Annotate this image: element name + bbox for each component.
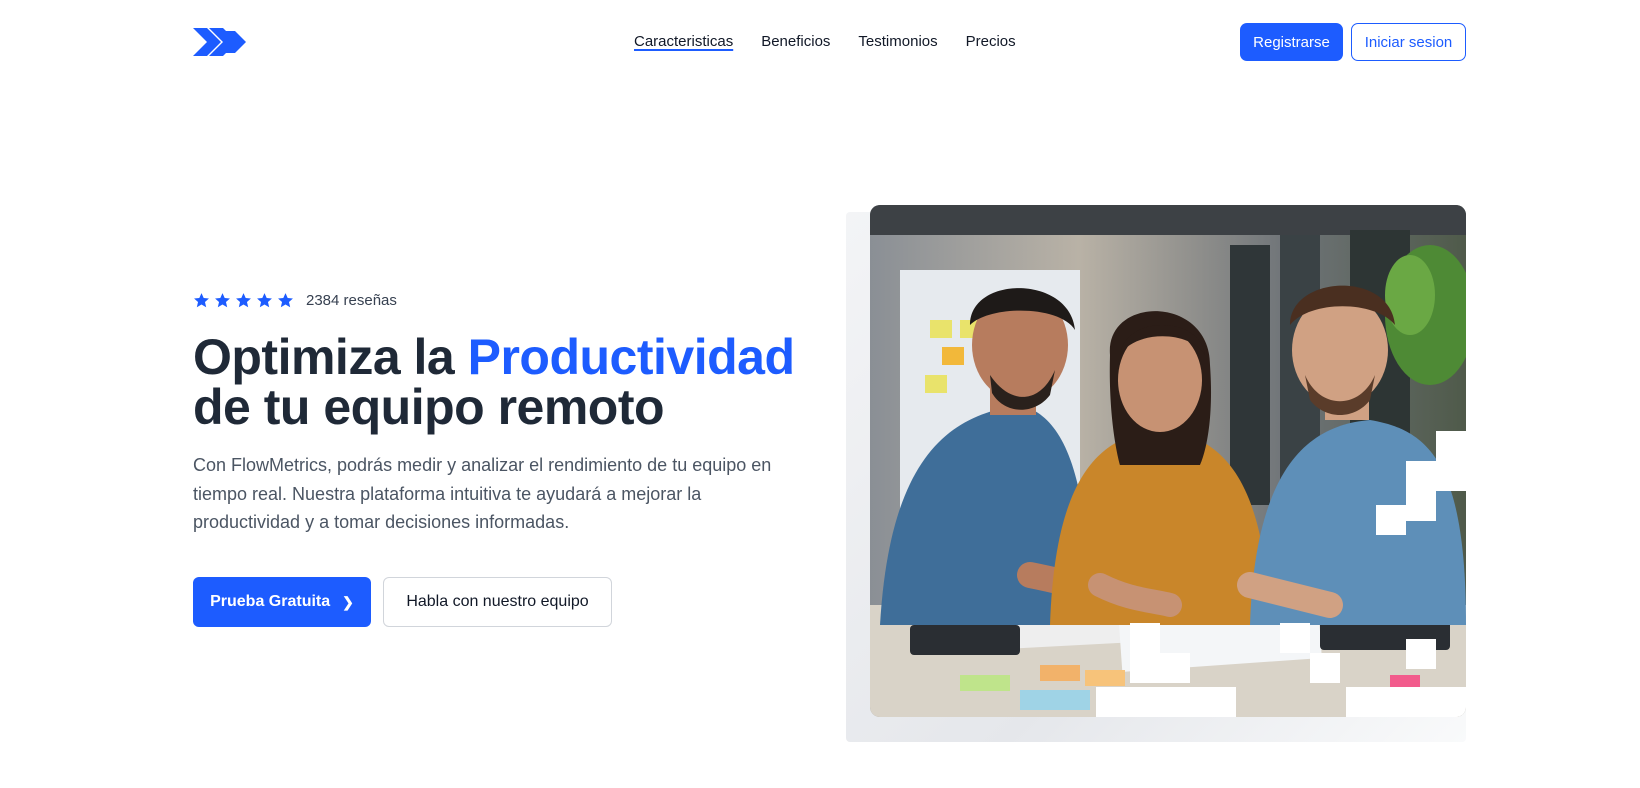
nav-link-testimonios[interactable]: Testimonios <box>858 32 937 52</box>
rating: 2384 reseñas <box>193 292 397 309</box>
image-glitch-tile <box>1096 687 1236 717</box>
star-icon <box>278 293 293 308</box>
main-nav: Caracteristicas Beneficios Testimonios P… <box>634 32 1016 52</box>
login-button[interactable]: Iniciar sesion <box>1351 23 1466 61</box>
star-rating <box>193 292 294 309</box>
star-icon <box>194 293 209 308</box>
contact-team-button[interactable]: Habla con nuestro equipo <box>383 577 612 627</box>
image-glitch-tile <box>1310 653 1340 683</box>
site-header: Caracteristicas Beneficios Testimonios P… <box>0 0 1640 84</box>
hero-description: Con FlowMetrics, podrás medir y analizar… <box>193 455 772 532</box>
image-glitch-tile <box>1346 687 1466 717</box>
image-glitch-tile <box>1406 491 1436 521</box>
nav-link-beneficios[interactable]: Beneficios <box>761 32 830 52</box>
image-glitch-tile <box>1406 461 1466 491</box>
star-icon <box>236 293 251 308</box>
image-glitch-tile <box>1436 431 1466 461</box>
chevron-right-icon: ❯ <box>342 593 354 610</box>
logo-icon[interactable] <box>193 28 251 56</box>
nav-link-precios[interactable]: Precios <box>966 32 1016 52</box>
hero-image <box>870 205 1466 717</box>
register-button[interactable]: Registrarse <box>1240 23 1343 61</box>
hero-title: Optimiza la Productividad de tu equipo r… <box>193 332 833 432</box>
image-glitch-tile <box>1130 623 1160 653</box>
nav-link-caracteristicas[interactable]: Caracteristicas <box>634 32 733 52</box>
image-glitch-tile <box>1406 639 1436 669</box>
hero-title-accent: Productividad <box>467 329 795 385</box>
image-glitch-tile <box>1280 623 1310 653</box>
hero-title-part1: Optimiza la <box>193 329 468 385</box>
image-glitch-tile <box>1376 505 1406 535</box>
hero-title-part2: de tu equipo remoto <box>193 379 665 435</box>
star-icon <box>215 293 230 308</box>
star-icon <box>257 293 272 308</box>
reviews-count: 2384 reseñas <box>306 292 397 309</box>
free-trial-label: Prueba Gratuita <box>210 593 331 610</box>
image-glitch-tile <box>1130 653 1190 683</box>
free-trial-button[interactable]: Prueba Gratuita ❯ <box>193 577 371 627</box>
